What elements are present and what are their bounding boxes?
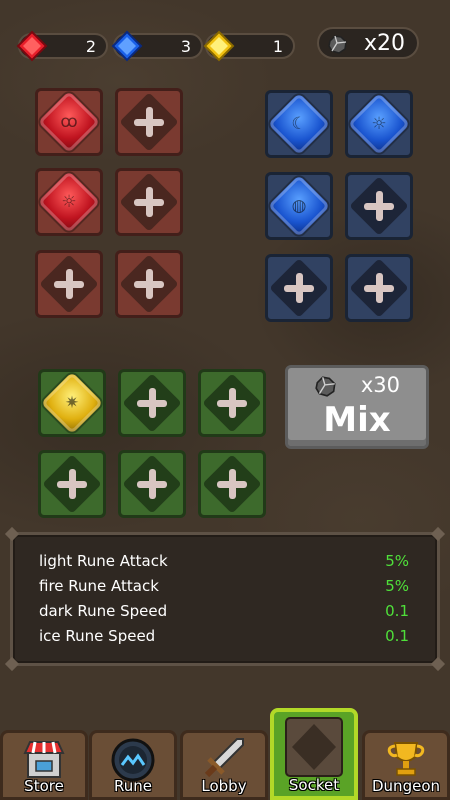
fire-rune-slot-6[interactable] [115,250,183,318]
mix-label: Mix [323,400,391,440]
stone-counter: x20 [317,27,419,59]
add-icon [134,107,164,137]
ice-rune-slot-6[interactable] [345,254,413,322]
fire-rune-slot-5[interactable] [35,250,103,318]
light-rune-slot-5[interactable] [118,450,186,518]
light-rune-slot-3[interactable] [198,369,266,437]
light-rune-slot-1[interactable]: ✷ [38,369,106,437]
drop-icon: ◍ [291,196,307,216]
fire-rune-slot-2[interactable] [115,88,183,156]
trophy-icon [387,742,425,776]
stat-value: 5% [385,577,409,595]
light-rune-slot-2[interactable] [118,369,186,437]
sun-icon: ☼ [61,192,77,212]
tab-store-label: Store [24,777,64,795]
ice-rune-slot-2[interactable]: ☼ [345,90,413,158]
stat-value: 5% [385,552,409,570]
add-icon [137,469,167,499]
mix-button[interactable]: x30 Mix [285,365,429,449]
tab-socket[interactable]: Socket [270,708,358,800]
add-icon [134,269,164,299]
tab-lobby-label: Lobby [201,777,247,795]
ice-rune-slot-3[interactable]: ◍ [265,172,333,240]
tab-dungeon[interactable]: Dungeon [362,730,450,800]
stat-row: ice Rune Speed 0.1 [39,627,409,649]
sun-icon: ☼ [371,114,387,134]
add-icon [217,388,247,418]
sword-icon [204,738,244,778]
star-icon: ✷ [64,393,80,413]
tab-store[interactable]: Store [0,730,88,800]
stat-name: ice Rune Speed [39,627,156,645]
mix-cost: x30 [360,373,400,397]
add-icon [364,273,394,303]
add-icon [137,388,167,418]
moon-icon: ☾ [291,114,307,134]
yellow-gem-count: 1 [272,37,283,56]
swirl-icon: ꝏ [60,112,78,132]
stats-panel: light Rune Attack 5% fire Rune Attack 5%… [4,526,446,672]
light-rune-slot-6[interactable] [198,450,266,518]
add-icon [364,191,394,221]
stat-value: 0.1 [385,602,409,620]
ice-rune-slot-1[interactable]: ☾ [265,90,333,158]
fire-rune-slot-1[interactable]: ꝏ [35,88,103,156]
tab-rune-label: Rune [114,777,152,795]
stat-name: light Rune Attack [39,552,168,570]
stone-icon [328,35,347,54]
tab-dungeon-label: Dungeon [372,777,440,795]
socket-icon [285,717,343,777]
stat-row: light Rune Attack 5% [39,552,409,574]
store-icon [23,741,65,778]
ice-rune-slot-5[interactable] [265,254,333,322]
add-icon [54,269,84,299]
tab-socket-label: Socket [288,776,340,794]
stat-row: dark Rune Speed 0.1 [39,602,409,624]
yellow-gem-icon [203,30,235,62]
tab-lobby[interactable]: Lobby [180,730,268,800]
add-icon [284,273,314,303]
blue-gem-icon [111,30,143,62]
stat-name: fire Rune Attack [39,577,159,595]
light-rune-slot-4[interactable] [38,450,106,518]
fire-rune-slot-3[interactable]: ☼ [35,168,103,236]
red-gem-icon [16,30,48,62]
stone-count: x20 [363,31,405,56]
red-gem-count: 2 [85,37,96,56]
fire-rune-slot-4[interactable] [115,168,183,236]
add-icon [57,469,87,499]
stat-name: dark Rune Speed [39,602,168,620]
tab-rune[interactable]: Rune [89,730,177,800]
stat-value: 0.1 [385,627,409,645]
add-icon [134,187,164,217]
bottom-nav: Store Rune Lobby Socket Dungeon [0,708,450,800]
stone-icon [315,376,336,397]
stat-row: fire Rune Attack 5% [39,577,409,599]
add-icon [217,469,247,499]
ice-rune-slot-4[interactable] [345,172,413,240]
blue-gem-count: 3 [180,37,191,56]
